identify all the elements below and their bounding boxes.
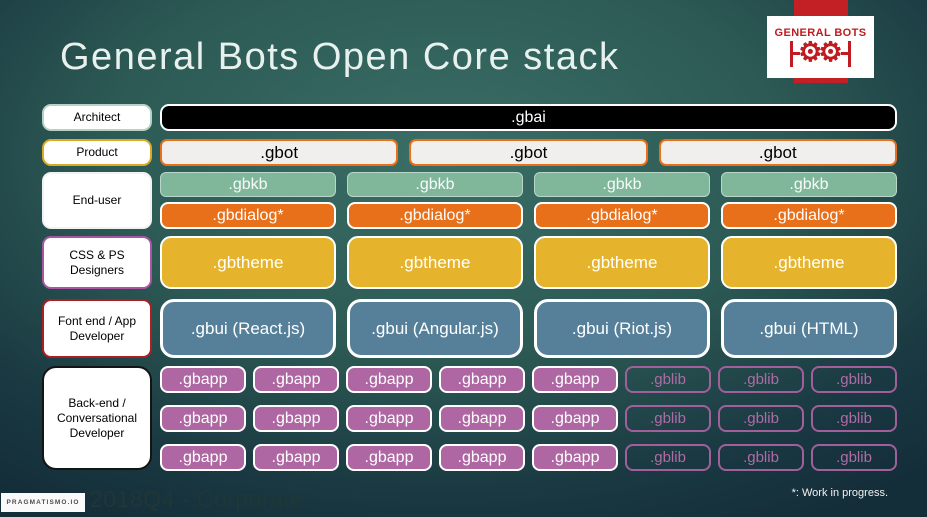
gbot-row: .gbot .gbot .gbot <box>160 139 897 166</box>
gblib-box: .gblib <box>811 366 897 393</box>
gbot-box: .gbot <box>160 139 399 166</box>
gear-icon: ⚙ <box>818 37 843 67</box>
slide: General Bots Open Core stack GENERAL BOT… <box>0 0 927 517</box>
gbkb-box: .gbkb <box>160 172 336 197</box>
gbapp-box: .gbapp <box>439 405 525 432</box>
gblib-box: .gblib <box>718 444 804 471</box>
gbui-box: .gbui (React.js) <box>160 299 336 358</box>
gblib-box: .gblib <box>718 405 804 432</box>
gbkb-box: .gbkb <box>534 172 710 197</box>
backend-row: .gbapp .gbapp .gbapp .gbapp .gbapp .gbli… <box>160 405 897 432</box>
gbkb-box: .gbkb <box>347 172 523 197</box>
gbdialog-box: .gbdialog* <box>721 202 897 229</box>
logo-gears: ⚙ ⚙ <box>790 37 851 67</box>
gear-bar-right <box>847 40 851 67</box>
row-label-designers: CSS & PS Designers <box>42 236 152 289</box>
row-label-frontend: Font end / App Developer <box>42 299 152 358</box>
row-label-backend: Back-end / Conversational Developer <box>42 366 152 470</box>
gbapp-box: .gbapp <box>532 366 618 393</box>
gbdialog-box: .gbdialog* <box>160 202 336 229</box>
gblib-box: .gblib <box>625 405 711 432</box>
gbkb-row: .gbkb .gbkb .gbkb .gbkb <box>160 172 897 197</box>
row-label-architect: Architect <box>42 104 152 131</box>
gbapp-box: .gbapp <box>439 366 525 393</box>
gbtheme-box: .gbtheme <box>721 236 897 289</box>
gbot-box: .gbot <box>658 139 897 166</box>
gbui-box: .gbui (HTML) <box>721 299 897 358</box>
gbapp-box: .gbapp <box>253 366 339 393</box>
gbapp-box: .gbapp <box>532 405 618 432</box>
gbdialog-box: .gbdialog* <box>347 202 523 229</box>
row-label-end-user: End-user <box>42 172 152 229</box>
gbdialog-row: .gbdialog* .gbdialog* .gbdialog* .gbdial… <box>160 202 897 229</box>
slide-footer-label: 2018Q4 - Corporate <box>90 486 304 512</box>
page-title: General Bots Open Core stack <box>60 36 620 78</box>
gbtheme-row: .gbtheme .gbtheme .gbtheme .gbtheme <box>160 236 897 289</box>
gblib-box: .gblib <box>625 444 711 471</box>
gblib-box: .gblib <box>625 366 711 393</box>
gbui-box: .gbui (Riot.js) <box>534 299 710 358</box>
gbtheme-box: .gbtheme <box>534 236 710 289</box>
work-in-progress-note: *: Work in progress. <box>791 487 888 499</box>
gbai-bar: .gbai <box>160 104 897 131</box>
gbapp-box: .gbapp <box>346 444 432 471</box>
row-label-product: Product <box>42 139 152 166</box>
gbot-box: .gbot <box>409 139 648 166</box>
gbkb-box: .gbkb <box>721 172 897 197</box>
gbapp-box: .gbapp <box>160 366 246 393</box>
gblib-box: .gblib <box>811 444 897 471</box>
gbtheme-box: .gbtheme <box>347 236 523 289</box>
backend-row: .gbapp .gbapp .gbapp .gbapp .gbapp .gbli… <box>160 366 897 393</box>
backend-row: .gbapp .gbapp .gbapp .gbapp .gbapp .gbli… <box>160 444 897 471</box>
gbui-row: .gbui (React.js) .gbui (Angular.js) .gbu… <box>160 299 897 358</box>
gblib-box: .gblib <box>811 405 897 432</box>
pragmatismo-brand-badge: PRAGMATISMO.IO <box>1 493 85 512</box>
general-bots-logo: GENERAL BOTS ⚙ ⚙ <box>767 16 874 78</box>
gbtheme-box: .gbtheme <box>160 236 336 289</box>
gbdialog-box: .gbdialog* <box>534 202 710 229</box>
gbapp-box: .gbapp <box>253 444 339 471</box>
gbapp-box: .gbapp <box>346 405 432 432</box>
gbui-box: .gbui (Angular.js) <box>347 299 523 358</box>
gbapp-box: .gbapp <box>253 405 339 432</box>
gbapp-box: .gbapp <box>160 444 246 471</box>
gbapp-box: .gbapp <box>160 405 246 432</box>
gbapp-box: .gbapp <box>346 366 432 393</box>
gblib-box: .gblib <box>718 366 804 393</box>
gbapp-box: .gbapp <box>532 444 618 471</box>
gbapp-box: .gbapp <box>439 444 525 471</box>
